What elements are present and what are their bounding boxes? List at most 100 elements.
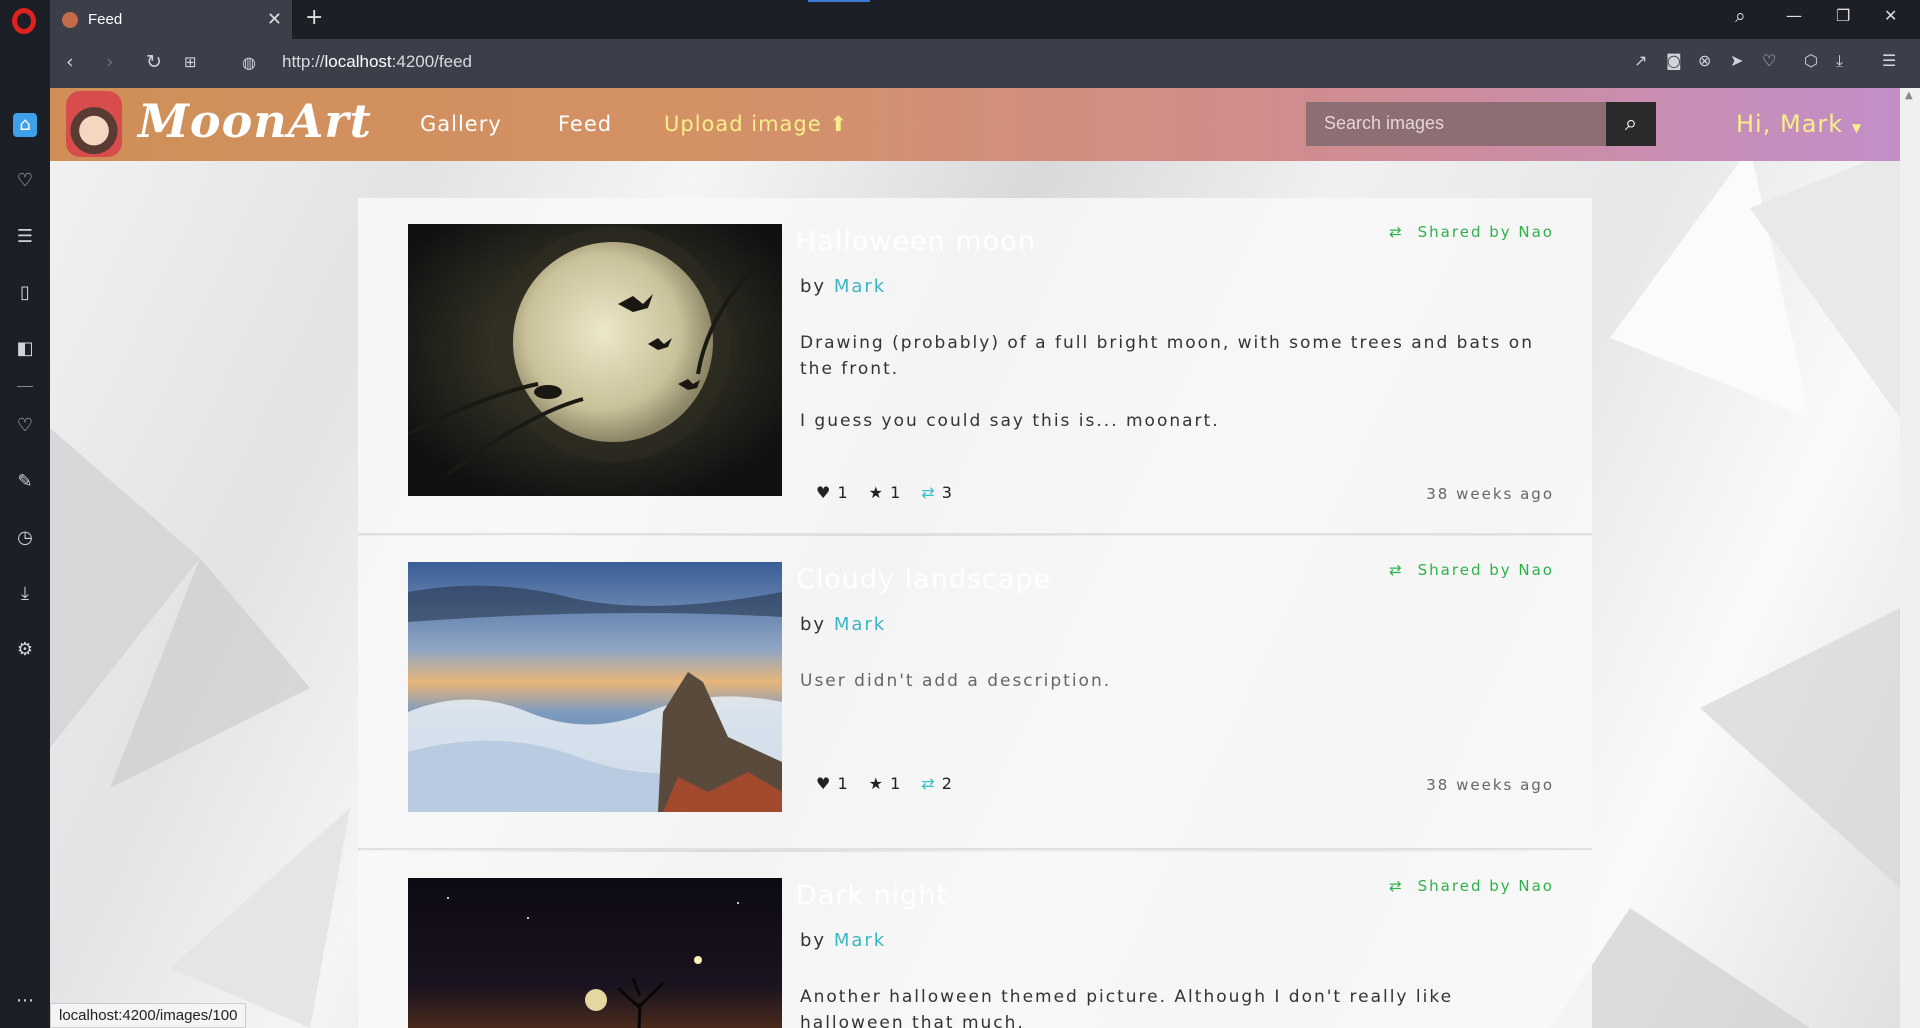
repost-icon: ⇄ (921, 483, 936, 502)
nav-upload[interactable]: Upload image ⬆ (664, 112, 848, 136)
search-input[interactable]: Search images (1306, 102, 1606, 146)
nav-feed[interactable]: Feed (558, 112, 612, 136)
post-stats: ♥ 1 ★ 1 ⇄ 3 (816, 483, 953, 502)
shared-by: ⇄ Shared by Nao (1389, 561, 1554, 579)
feed-post: Dark night ⇄ Shared by Nao by Mark Anothe… (358, 852, 1592, 1028)
like-count: 1 (837, 774, 849, 793)
post-description-2: I guess you could say this is... moonart… (800, 411, 1220, 431)
window-close-icon[interactable]: ✕ (1884, 6, 1897, 25)
shared-by: ⇄ Shared by Nao (1389, 223, 1554, 241)
adblock-icon[interactable]: ⊗ (1698, 51, 1711, 70)
repost-icon: ⇄ (1389, 561, 1404, 579)
page-content: MoonArt Gallery Feed Upload image ⬆ Sear… (50, 88, 1900, 1028)
restore-icon[interactable]: ❐ (1836, 6, 1850, 25)
reload-icon[interactable]: ↻ (146, 51, 162, 73)
brand-logo[interactable]: MoonArt (138, 94, 372, 148)
globe-icon: ◍ (242, 53, 256, 72)
post-image[interactable] (408, 878, 782, 1028)
sidebar-divider (17, 386, 33, 387)
search-tabs-icon[interactable]: ⌕ (1735, 5, 1746, 27)
post-image[interactable] (408, 224, 782, 496)
repost-icon: ⇄ (1389, 223, 1404, 241)
list-icon[interactable]: ☰ (13, 225, 37, 249)
like-button[interactable]: ♥ 1 (816, 483, 849, 502)
downloads-icon[interactable]: ⤓ (13, 582, 37, 606)
search-button[interactable]: ⌕ (1606, 102, 1656, 146)
by-label: by (800, 276, 827, 297)
star-count: 1 (890, 483, 902, 502)
tab-title: Feed (88, 11, 123, 28)
repost-button[interactable]: ⇄ 2 (921, 774, 953, 793)
repost-count: 2 (941, 774, 953, 793)
share-icon[interactable]: ↗ (1634, 51, 1647, 70)
post-time: 38 weeks ago (1426, 485, 1554, 503)
tab-favicon-icon (62, 11, 78, 28)
repost-icon: ⇄ (1389, 877, 1404, 895)
browser-sidebar: ⌂ ♡ ☰ ▯ ◧ ♡ ✎ ◷ ⤓ ⚙ ⋯ (0, 39, 50, 1028)
tab-close-icon[interactable]: ✕ (267, 9, 282, 30)
post-description: User didn't add a description. (800, 671, 1112, 691)
favorites-heart-icon[interactable]: ♡ (13, 414, 37, 438)
more-icon[interactable]: ⋯ (13, 989, 37, 1013)
author-link[interactable]: Mark (834, 276, 886, 297)
minimize-icon[interactable]: — (1786, 6, 1802, 25)
page-scrollbar[interactable]: ▲ (1900, 88, 1920, 1028)
back-icon[interactable]: ‹ (66, 51, 74, 73)
new-tab-icon[interactable]: + (305, 5, 323, 30)
url-field[interactable]: http://localhost:4200/feed (282, 52, 472, 72)
snapshot-icon[interactable]: ◙ (1666, 51, 1682, 70)
post-stats: ♥ 1 ★ 1 ⇄ 2 (816, 774, 953, 793)
author-link[interactable]: Mark (834, 614, 886, 635)
by-label: by (800, 614, 827, 635)
post-time: 38 weeks ago (1426, 776, 1554, 794)
heart-icon: ♥ (816, 774, 832, 793)
shared-by-label: Shared by Nao (1417, 561, 1554, 579)
tab-feed[interactable]: Feed ✕ (50, 0, 292, 39)
opera-logo-icon[interactable] (12, 8, 36, 34)
search-icon: ⌕ (1624, 111, 1638, 136)
book-icon[interactable]: ▯ (13, 281, 37, 305)
heart-rate-icon[interactable]: ♡ (13, 169, 37, 193)
favorite-button[interactable]: ★ 1 (869, 483, 902, 502)
post-author: by Mark (800, 276, 886, 297)
post-description: Drawing (probably) of a full bright moon… (800, 333, 1534, 379)
easy-setup-icon[interactable]: ☰ (1882, 51, 1896, 70)
history-clock-icon[interactable]: ◷ (13, 526, 37, 550)
like-count: 1 (837, 483, 849, 502)
user-menu[interactable]: Hi, Mark ▼ (1736, 110, 1862, 138)
bag-icon[interactable]: ◧ (13, 337, 37, 361)
shared-by-label: Shared by Nao (1417, 223, 1554, 241)
edit-icon[interactable]: ✎ (13, 470, 37, 494)
post-title[interactable]: Halloween moon (796, 226, 1036, 257)
feed-post: Cloudy landscape ⇄ Shared by Nao by Mark … (358, 536, 1592, 850)
address-bar: ‹ › ↻ ⊞ ◍ http://localhost:4200/feed ↗ ◙… (50, 39, 1920, 88)
star-count: 1 (890, 774, 902, 793)
tab-bar: Feed ✕ + ⌕ — ❐ ✕ (0, 0, 1920, 39)
tab-indicator (808, 0, 870, 2)
scroll-up-icon[interactable]: ▲ (1905, 90, 1913, 101)
post-author: by Mark (800, 614, 886, 635)
caret-down-icon: ▼ (1851, 121, 1863, 135)
greeting: Hi, (1736, 110, 1772, 138)
site-navbar: MoonArt Gallery Feed Upload image ⬆ Sear… (50, 88, 1900, 161)
logo-avatar[interactable] (66, 91, 122, 157)
forward-icon[interactable]: › (106, 51, 114, 73)
tabs-grid-icon[interactable]: ⊞ (184, 53, 197, 71)
favorite-button[interactable]: ★ 1 (869, 774, 902, 793)
download-icon[interactable]: ⤓ (1836, 51, 1843, 71)
nav-gallery[interactable]: Gallery (420, 112, 502, 136)
feed-post: Halloween moon ⇄ Shared by Nao by Mark Dr… (358, 198, 1592, 535)
repost-button[interactable]: ⇄ 3 (921, 483, 953, 502)
heart-icon: ♥ (816, 483, 832, 502)
post-title[interactable]: Cloudy landscape (796, 564, 1051, 595)
send-icon[interactable]: ➤ (1730, 51, 1743, 70)
extensions-cube-icon[interactable]: ⬡ (1804, 51, 1818, 70)
home-icon[interactable]: ⌂ (13, 113, 37, 137)
post-title[interactable]: Dark night (796, 880, 948, 911)
author-link[interactable]: Mark (834, 930, 886, 951)
settings-gear-icon[interactable]: ⚙ (13, 638, 37, 662)
star-icon: ★ (868, 774, 884, 793)
like-button[interactable]: ♥ 1 (816, 774, 849, 793)
bookmark-heart-icon[interactable]: ♡ (1762, 51, 1776, 70)
post-image[interactable] (408, 562, 782, 812)
